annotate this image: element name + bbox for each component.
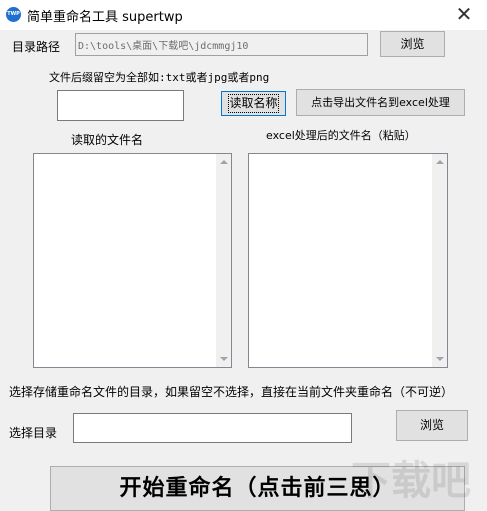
suffix-input[interactable] <box>57 90 184 121</box>
save-dir-label: 选择目录 <box>9 426 58 440</box>
read-names-label: 读取名称 <box>226 92 280 115</box>
export-excel-button[interactable]: 点击导出文件名到excel处理 <box>296 89 465 116</box>
scroll-down-icon[interactable] <box>220 357 228 361</box>
dir-path-field[interactable]: D:\tools\桌面\下载吧\jdcmmgj10 <box>75 33 368 56</box>
dir-path-value: D:\tools\桌面\下载吧\jdcmmgj10 <box>78 41 249 52</box>
read-list-title: 读取的文件名 <box>71 133 144 147</box>
title-bar: TWP 简单重命名工具 supertwp ✕ <box>0 0 487 30</box>
close-button[interactable]: ✕ <box>441 0 487 30</box>
save-dir-input[interactable] <box>73 413 352 443</box>
read-names-button[interactable]: 读取名称 <box>221 91 286 116</box>
read-names-list[interactable] <box>33 153 232 368</box>
start-rename-button[interactable]: 开始重命名（点击前三思） <box>50 466 465 511</box>
browse-save-dir-button[interactable]: 浏览 <box>396 410 468 441</box>
scroll-up-icon[interactable] <box>220 160 228 164</box>
scroll-up-icon[interactable] <box>436 160 444 164</box>
save-dir-hint: 选择存储重命名文件的目录，如果留空不选择，直接在当前文件夹重命名（不可逆） <box>9 385 454 399</box>
window-title: 简单重命名工具 supertwp <box>27 10 183 25</box>
read-list-scrollbar[interactable] <box>216 154 231 367</box>
browse-dir-button[interactable]: 浏览 <box>380 31 445 57</box>
dir-path-label: 目录路径 <box>12 40 61 54</box>
suffix-hint: 文件后缀留空为全部如:txt或者jpg或者png <box>49 71 270 84</box>
excel-list-title: excel处理后的文件名（粘贴） <box>266 129 416 142</box>
scroll-down-icon[interactable] <box>436 357 444 361</box>
excel-list-scrollbar[interactable] <box>432 154 447 367</box>
app-icon: TWP <box>6 7 21 22</box>
excel-names-list[interactable] <box>248 153 448 368</box>
